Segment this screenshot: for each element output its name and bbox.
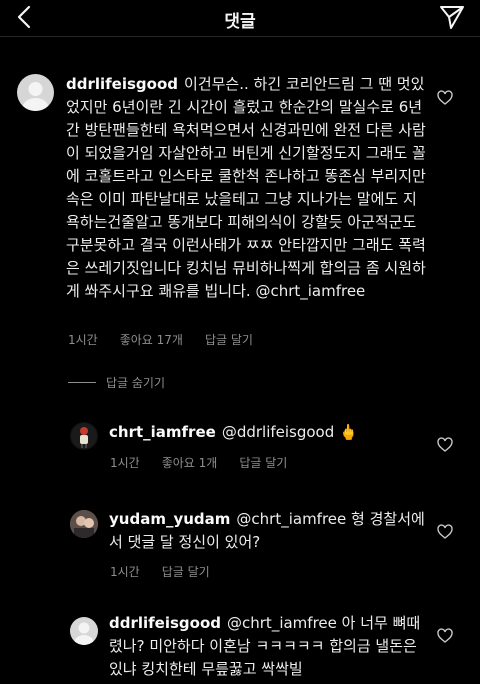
comment-username[interactable]: yudam_yudam [109,510,230,528]
reply-button[interactable]: 답글 달기 [239,456,287,470]
heart-icon[interactable] [437,437,453,453]
comment-meta: 1시간 답글 달기 [110,563,232,580]
comment-username[interactable]: ddrlifeisgood [109,614,221,632]
comment-body: @ddrlifeisgood 🖕 [221,423,358,441]
avatar[interactable] [70,510,98,538]
comment-body: 이건무슨.. 하긴 코리안드림 그 땐 멋있었지만 6년이란 긴 시간이 흘렀고… [66,75,426,300]
avatar[interactable] [70,422,98,450]
avatar[interactable] [17,74,54,111]
comment-text: yudam_yudam @chrt_iamfree 형 경찰서에서 댓글 달 정신… [109,508,429,554]
divider [68,382,96,383]
reply-button[interactable]: 답글 달기 [162,565,210,579]
comment-username[interactable]: chrt_iamfree [109,423,216,441]
hide-replies-button[interactable]: 답글 숨기기 [106,374,165,391]
like-count[interactable]: 좋아요 17개 [120,333,183,347]
comment-time: 1시간 [110,565,140,579]
avatar[interactable] [70,617,98,645]
comment-text: ddrlifeisgood @chrt_iamfree 아 너무 뼈때렸나? 미안… [109,612,429,681]
comment-text: chrt_iamfree @ddrlifeisgood 🖕 [109,421,429,444]
heart-icon[interactable] [437,628,453,644]
comment-meta: 1시간 좋아요 17개 답글 달기 [68,331,275,348]
comment-time: 1시간 [110,456,140,470]
comment-text: ddrlifeisgood 이건무슨.. 하긴 코리안드림 그 땐 멋있었지만 6… [66,73,426,303]
like-count[interactable]: 좋아요 1개 [162,456,218,470]
comment-username[interactable]: ddrlifeisgood [66,75,178,93]
page-title: 댓글 [224,12,256,32]
reply-button[interactable]: 답글 달기 [205,333,253,347]
comment-meta: 1시간 좋아요 1개 답글 달기 [110,454,309,471]
send-icon[interactable] [438,3,466,31]
heart-icon[interactable] [437,524,453,540]
heart-icon[interactable] [437,90,453,106]
header-bar: 댓글 [0,0,480,37]
comment-time: 1시간 [68,333,98,347]
